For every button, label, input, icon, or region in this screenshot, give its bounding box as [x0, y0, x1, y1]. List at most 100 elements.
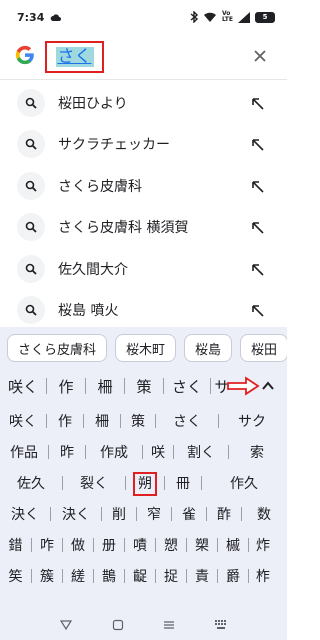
candidate-cell[interactable]: 窄	[137, 504, 171, 524]
home-button[interactable]	[111, 618, 125, 632]
fill-query-arrow-icon[interactable]	[251, 303, 265, 317]
suggestion-item[interactable]: さくら皮膚科 横須賀	[0, 207, 287, 249]
candidate-cell[interactable]: 雀	[172, 504, 206, 524]
candidate-cell[interactable]: さく	[156, 411, 218, 431]
candidate-cell[interactable]: 愬	[156, 535, 186, 555]
candidate-cell[interactable]: 爵	[218, 566, 248, 586]
suggestion-text: 桜田ひより	[58, 95, 128, 112]
suggestion-item[interactable]: 佐久間大介	[0, 248, 287, 290]
suggestion-text: さくら皮膚科	[58, 178, 142, 195]
candidate-cell[interactable]: 酢	[207, 504, 241, 524]
cloud-icon	[50, 13, 62, 21]
candidate-cell[interactable]: 捉	[156, 566, 186, 586]
volte-indicator: Vo LTE	[221, 10, 233, 23]
clear-search-button[interactable]	[251, 47, 269, 65]
search-icon	[17, 213, 45, 242]
suggestion-text: さくら皮膚科 横須賀	[58, 220, 189, 237]
candidate-cell[interactable]: 做	[63, 535, 93, 555]
candidate-cell[interactable]: 炸	[249, 535, 277, 555]
bluetooth-icon	[190, 11, 198, 23]
back-triangle-icon	[59, 620, 72, 631]
candidate[interactable]: 策	[125, 376, 163, 397]
search-icon	[17, 296, 45, 325]
candidate-cell[interactable]: 作品	[0, 442, 48, 462]
candidate-row: 佐久 裂く 朔 冊 作久	[0, 467, 287, 498]
candidate-cell[interactable]: 咲	[143, 442, 173, 462]
keyboard-switch-button[interactable]	[214, 618, 228, 632]
search-input[interactable]: さく	[45, 41, 104, 73]
fill-query-arrow-icon[interactable]	[251, 137, 265, 151]
candidate-cell[interactable]: 昨	[49, 442, 85, 462]
back-button[interactable]	[59, 618, 73, 632]
candidate-cell[interactable]: 咲く	[0, 411, 46, 431]
candidate-cell[interactable]: 索	[229, 442, 285, 462]
candidate-cell[interactable]: 槊	[187, 535, 217, 555]
candidate-row: 咲く 作 柵 策 さく サク	[0, 405, 287, 436]
keyboard: 咲く 作 柵 策 さく サ 咲く 作 柵 策 さく サク 作品 昨 作成 咲 割…	[0, 369, 287, 617]
home-square-icon	[112, 619, 123, 631]
navigation-bar	[0, 610, 287, 640]
highlighted-candidate: 朔	[133, 471, 157, 496]
candidate-cell[interactable]: 鵲	[94, 566, 124, 586]
suggestion-item[interactable]: サクラチェッカー	[0, 124, 287, 166]
candidate-cell[interactable]: 作成	[86, 442, 142, 462]
fill-query-arrow-icon[interactable]	[251, 262, 265, 276]
candidate-row: 錯 咋 做 册 嘖 愬 槊 槭 炸	[0, 529, 287, 560]
candidate-cell[interactable]: 槭	[218, 535, 248, 555]
chip[interactable]: 桜田	[240, 334, 287, 362]
candidate-cell[interactable]: 柞	[249, 566, 277, 586]
chip[interactable]: さくら皮膚科	[7, 334, 108, 362]
candidate[interactable]: 咲く	[0, 376, 46, 397]
search-icon	[17, 254, 45, 283]
candidate-cell[interactable]: 柵	[84, 411, 120, 431]
candidate-cell[interactable]: 齪	[125, 566, 155, 586]
candidate-grid: 咲く 作 柵 策 さく サク 作品 昨 作成 咲 割く 索 佐久 裂く 朔 冊 …	[0, 405, 287, 591]
chevron-up-icon[interactable]	[259, 377, 277, 395]
candidate-cell[interactable]: 決く	[51, 504, 101, 524]
candidate-cell[interactable]: 佐久	[0, 473, 62, 493]
candidate-cell[interactable]: 裂く	[63, 473, 125, 493]
candidate-cell[interactable]: 錯	[0, 535, 31, 555]
candidate-cell[interactable]: 削	[102, 504, 136, 524]
suggestion-item[interactable]: 桜島 噴火	[0, 290, 287, 332]
candidate-cell[interactable]: 作	[47, 411, 83, 431]
fill-query-arrow-icon[interactable]	[251, 96, 265, 110]
candidate-cell[interactable]: 冊	[165, 473, 201, 493]
fill-query-arrow-icon[interactable]	[251, 179, 265, 193]
candidate-cell[interactable]: 決く	[0, 504, 50, 524]
suggestion-text: サクラチェッカー	[58, 137, 170, 154]
chip[interactable]: 桜島	[184, 334, 233, 362]
candidate-cell[interactable]: 策	[121, 411, 155, 431]
recents-button[interactable]	[162, 618, 176, 632]
candidate-cell[interactable]: 咋	[32, 535, 62, 555]
suggestion-item[interactable]: 桜田ひより	[0, 82, 287, 124]
candidate-cell[interactable]: 作久	[202, 473, 286, 493]
wifi-icon	[203, 12, 217, 23]
candidate-cell[interactable]: 縒	[63, 566, 93, 586]
candidate-cell[interactable]: 簇	[32, 566, 62, 586]
candidate-cell[interactable]: 笶	[0, 566, 31, 586]
battery-level: 5	[262, 13, 268, 21]
chip[interactable]: 桜木町	[115, 334, 177, 362]
search-header: さく	[0, 34, 287, 80]
candidate-cell[interactable]: 割く	[174, 442, 228, 462]
candidate-row: 笶 簇 縒 鵲 齪 捉 責 爵 柞	[0, 560, 287, 591]
candidate[interactable]: さく	[164, 376, 210, 397]
signal-icon	[238, 11, 250, 23]
search-query-text: さく	[55, 47, 94, 67]
candidate-cell[interactable]: 册	[94, 535, 124, 555]
candidate[interactable]: 作	[47, 376, 85, 397]
search-icon	[17, 171, 45, 200]
candidate-cell[interactable]: 責	[187, 566, 217, 586]
fill-query-arrow-icon[interactable]	[251, 220, 265, 234]
suggestion-item[interactable]: さくら皮膚科	[0, 165, 287, 207]
status-time: 7:34	[17, 10, 45, 24]
candidate-cell[interactable]: サク	[219, 411, 285, 431]
candidate[interactable]: 柵	[86, 376, 124, 397]
candidate-row: 決く 決く 削 窄 雀 酢 数	[0, 498, 287, 529]
google-logo-icon	[14, 44, 36, 66]
suggestion-list: 桜田ひより サクラチェッカー さくら皮膚科 さくら皮膚科 横須賀 佐久間大介 桜…	[0, 82, 287, 331]
candidate-cell[interactable]: 朔	[126, 471, 164, 496]
candidate-cell[interactable]: 数	[242, 504, 286, 524]
candidate-cell[interactable]: 嘖	[125, 535, 155, 555]
